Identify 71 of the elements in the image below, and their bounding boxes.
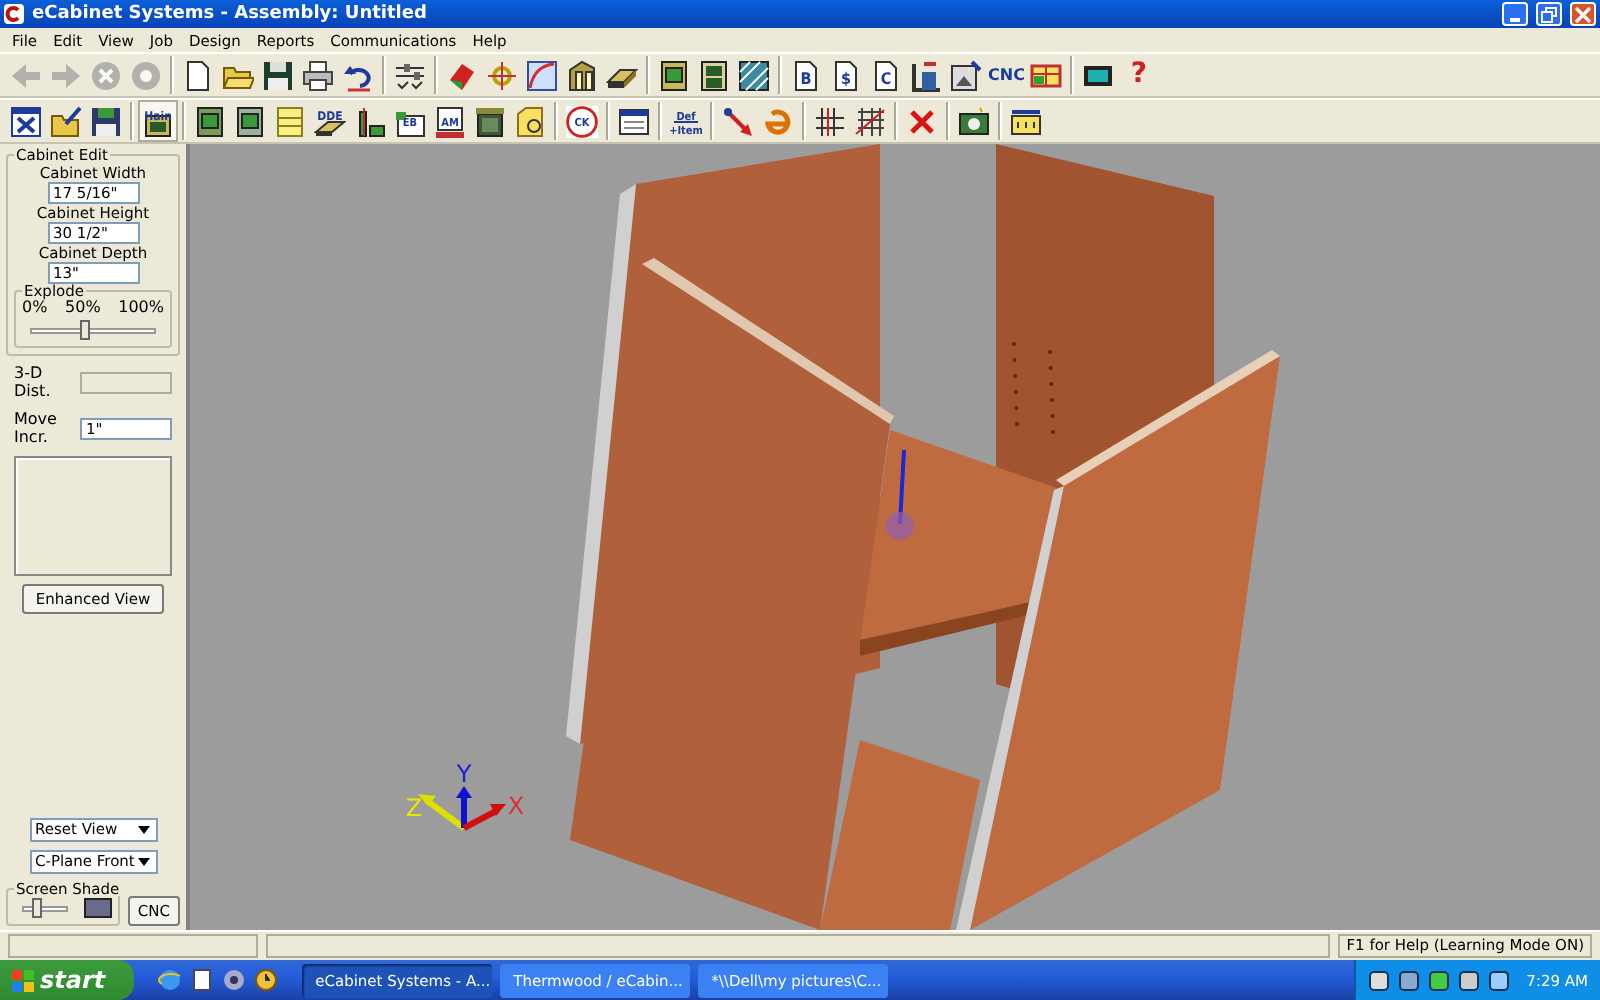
- hatched-panel-icon: [738, 59, 770, 91]
- restore-icon: [1540, 5, 1558, 23]
- arrow-icon: [722, 105, 754, 137]
- document-icon: [189, 968, 214, 992]
- quick-launch-button[interactable]: [157, 968, 182, 992]
- tray-icon: [1368, 969, 1391, 991]
- minimize-button[interactable]: [1502, 2, 1528, 26]
- tick-label: 50%: [65, 298, 101, 318]
- curve-icon: [526, 59, 558, 91]
- browser-icon: [157, 968, 182, 992]
- measuring-tool-icon: [910, 59, 942, 91]
- table-grid-icon: [1030, 59, 1063, 91]
- tray-icon: [1458, 969, 1481, 991]
- start-button[interactable]: start: [0, 960, 134, 1000]
- grid-icon: [854, 105, 886, 137]
- window-x-icon: [10, 105, 42, 137]
- shelf-box-icon: [514, 105, 546, 137]
- form-window-icon: [618, 105, 650, 137]
- cutting-tool-icon: [354, 105, 386, 137]
- minimize-icon: [1510, 18, 1520, 22]
- gear-icon: [221, 968, 246, 992]
- stop-icon: [90, 59, 122, 91]
- toolbar-button[interactable]: ?: [1118, 54, 1159, 96]
- quick-launch-button[interactable]: [189, 968, 214, 992]
- sliders-icon: [394, 59, 426, 91]
- refresh-icon: [130, 59, 162, 91]
- slider-thumb[interactable]: [80, 319, 91, 340]
- close-button[interactable]: [1570, 2, 1596, 26]
- pivot-marker-drawing: [886, 449, 914, 540]
- tick-label: 0%: [22, 298, 48, 318]
- nodes-icon: [486, 59, 518, 91]
- clock-icon: [253, 968, 278, 992]
- cabinet-icon: [658, 59, 690, 91]
- tray-icon: [1488, 969, 1511, 991]
- shade-swatch-button[interactable]: [83, 897, 112, 917]
- window-title: eCabinet Systems - Assembly: Untitled: [32, 3, 429, 25]
- axis-label: X: [507, 792, 525, 820]
- tray-icon: [1428, 969, 1451, 991]
- delete-x-icon: [906, 105, 938, 137]
- new-document-icon: [182, 59, 214, 91]
- columns-icon: [814, 105, 846, 137]
- close-icon: [1574, 5, 1592, 23]
- printer-icon: [302, 59, 334, 91]
- folder-edit-icon: [50, 105, 82, 137]
- cabinet-icon: [234, 105, 266, 137]
- picture-edit-icon: [950, 59, 982, 91]
- letter-e-icon: [762, 105, 794, 137]
- back-arrow-icon: [10, 59, 42, 91]
- door-frames-icon: [566, 59, 598, 91]
- restore-button[interactable]: [1536, 2, 1562, 26]
- cabinet-icon: [194, 105, 226, 137]
- axis-label: Z: [405, 794, 423, 822]
- tray-icon: [1398, 969, 1421, 991]
- camera-icon: [958, 105, 990, 137]
- cabinet-icon: [698, 59, 730, 91]
- field-label: Move Incr.: [14, 409, 59, 448]
- forward-arrow-icon: [50, 59, 82, 91]
- slider-thumb[interactable]: [32, 898, 43, 918]
- toolbar-button[interactable]: CNC: [986, 54, 1027, 96]
- quick-launch-button[interactable]: [253, 968, 278, 992]
- axis-label: Y: [456, 760, 472, 788]
- shade-swatch-icon: [83, 897, 112, 917]
- drawer-icon: [274, 105, 306, 137]
- ruler-icon: [1010, 105, 1042, 137]
- paint-blocks-icon: [446, 59, 478, 91]
- quick-launch-button[interactable]: [221, 968, 246, 992]
- tick-label: 100%: [118, 298, 164, 318]
- windows-flag-icon: [12, 969, 34, 991]
- app-logo-icon: [4, 4, 24, 24]
- field-label: 3-D Dist.: [14, 363, 53, 402]
- cabinet-icon: [474, 105, 506, 137]
